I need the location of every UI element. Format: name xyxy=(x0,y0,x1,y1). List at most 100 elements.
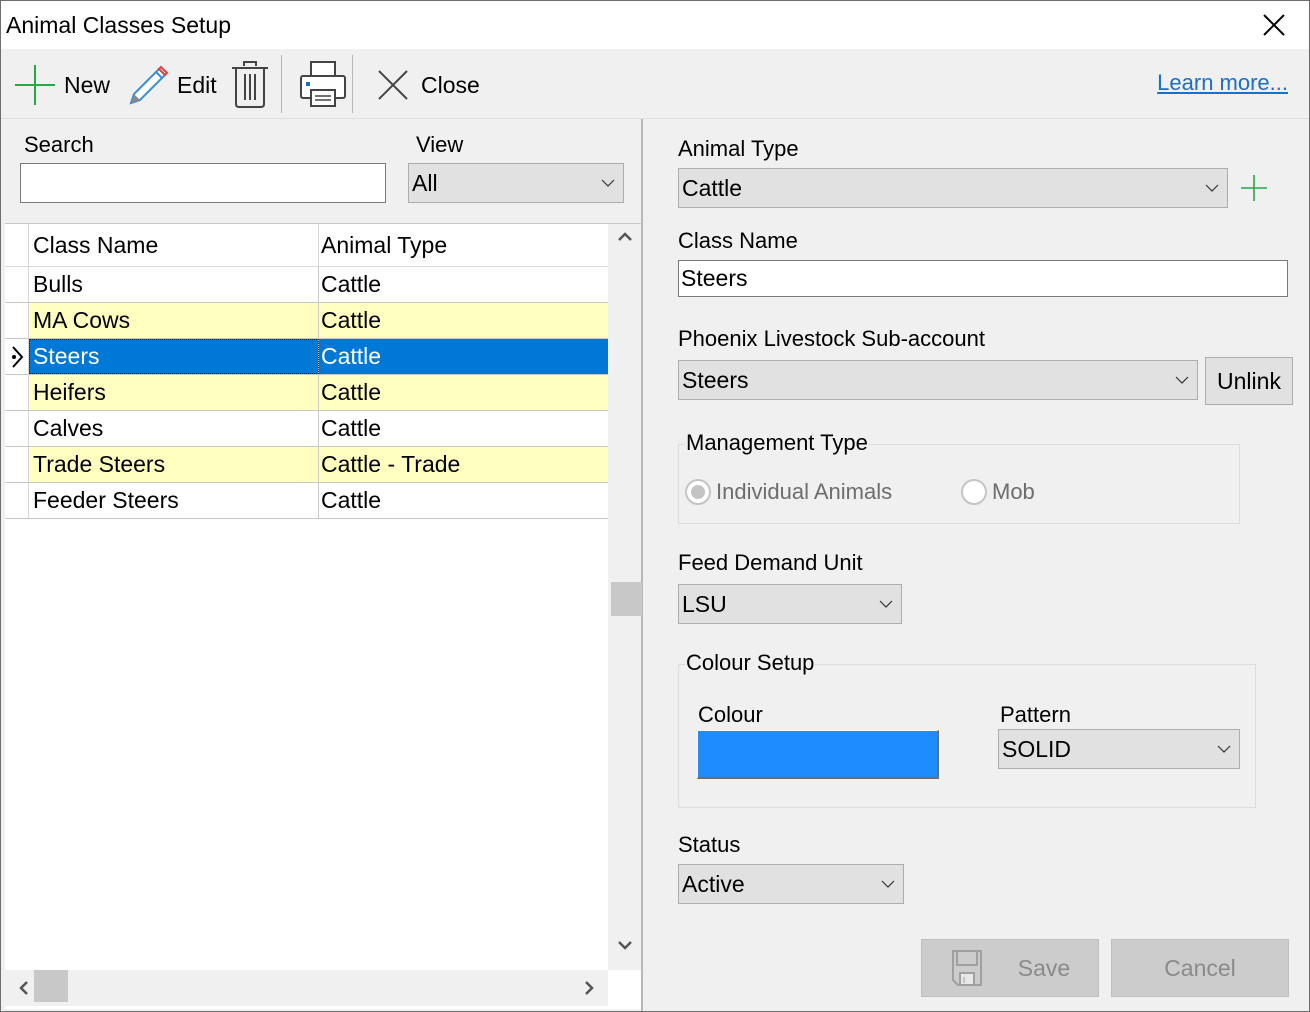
cell-class-name[interactable]: Heifers xyxy=(29,375,319,410)
class-name-input[interactable]: Steers xyxy=(678,260,1288,297)
table-row[interactable]: Heifers Cattle xyxy=(5,375,608,411)
animal-type-select[interactable]: Cattle xyxy=(678,168,1228,208)
radio-dot xyxy=(691,485,705,499)
radio-individual-animals[interactable]: Individual Animals xyxy=(685,479,892,505)
new-label: New xyxy=(64,71,111,98)
table-row[interactable]: Feeder Steers Cattle xyxy=(5,483,608,519)
chevron-down-icon xyxy=(617,941,632,950)
unlink-button[interactable]: Unlink xyxy=(1205,357,1293,405)
toolbar-separator xyxy=(281,55,282,113)
cell-animal-type[interactable]: Cattle xyxy=(319,267,608,302)
cell-animal-type[interactable]: Cattle xyxy=(319,375,608,410)
vertical-scrollbar[interactable] xyxy=(608,224,642,970)
scroll-left-button[interactable] xyxy=(13,976,35,1000)
radio-individual-animals-label: Individual Animals xyxy=(716,479,893,504)
row-header[interactable] xyxy=(5,447,29,482)
save-label: Save xyxy=(1017,954,1071,981)
colour-swatch-button[interactable] xyxy=(697,730,939,779)
chevron-left-icon xyxy=(19,981,28,995)
radio-mob[interactable]: Mob xyxy=(961,479,1035,505)
table-row[interactable]: Calves Cattle xyxy=(5,411,608,447)
cell-class-name[interactable]: Feeder Steers xyxy=(29,483,319,518)
chevron-right-icon xyxy=(585,981,594,995)
status-label: Status xyxy=(678,832,741,857)
radio-mob-label: Mob xyxy=(992,479,1035,504)
view-select[interactable]: All xyxy=(408,163,624,203)
class-details-panel: Animal Type Cattle Class Name Steers Pho… xyxy=(645,119,1309,1011)
status-value: Active xyxy=(682,870,745,897)
save-button[interactable]: Save xyxy=(921,939,1099,997)
feed-demand-unit-select[interactable]: LSU xyxy=(678,584,902,624)
row-header[interactable] xyxy=(5,483,29,518)
table-row[interactable]: Bulls Cattle xyxy=(5,267,608,303)
horizontal-scroll-thumb[interactable] xyxy=(34,970,68,1002)
cell-class-name[interactable]: Calves xyxy=(29,411,319,446)
table-row[interactable]: Steers Cattle xyxy=(5,339,608,375)
pattern-value: SOLID xyxy=(1002,735,1072,762)
class-name-value: Steers xyxy=(681,265,748,291)
row-header[interactable] xyxy=(5,411,29,446)
new-button[interactable]: New xyxy=(14,59,110,111)
chevron-down-icon xyxy=(593,179,623,187)
cell-class-name[interactable]: Steers xyxy=(29,339,319,374)
cell-class-name[interactable]: Trade Steers xyxy=(29,447,319,482)
search-input[interactable] xyxy=(20,163,386,203)
window-close-button[interactable] xyxy=(1251,7,1297,43)
search-label: Search xyxy=(24,132,94,157)
trash-icon xyxy=(232,61,268,108)
column-header-animal-type[interactable]: Animal Type xyxy=(319,224,608,266)
management-type-label: Management Type xyxy=(685,430,869,456)
table-row[interactable]: Trade Steers Cattle - Trade xyxy=(5,447,608,483)
row-header-corner xyxy=(5,224,29,266)
column-header-class-name[interactable]: Class Name xyxy=(29,224,319,266)
printer-icon xyxy=(300,61,346,107)
table-row[interactable]: MA Cows Cattle xyxy=(5,303,608,339)
sub-account-label: Phoenix Livestock Sub-account xyxy=(678,326,985,351)
cell-class-name[interactable]: Bulls xyxy=(29,267,319,302)
row-header[interactable] xyxy=(5,339,29,374)
scroll-up-button[interactable] xyxy=(608,232,641,256)
row-header[interactable] xyxy=(5,375,29,410)
colour-label: Colour xyxy=(698,702,763,727)
delete-button[interactable] xyxy=(230,59,270,111)
row-header[interactable] xyxy=(5,267,29,302)
save-icon xyxy=(952,950,982,986)
close-button[interactable]: Close xyxy=(377,59,480,111)
print-button[interactable] xyxy=(299,59,347,111)
vertical-scroll-thumb[interactable] xyxy=(611,582,642,616)
cancel-button[interactable]: Cancel xyxy=(1111,939,1289,997)
chevron-down-icon xyxy=(1197,184,1227,192)
scroll-down-button[interactable] xyxy=(608,940,641,964)
view-label: View xyxy=(416,132,464,157)
pattern-select[interactable]: SOLID xyxy=(998,729,1240,769)
cell-animal-type[interactable]: Cattle xyxy=(319,339,608,374)
scroll-right-button[interactable] xyxy=(578,976,600,1000)
row-header[interactable] xyxy=(5,303,29,338)
window-title: Animal Classes Setup xyxy=(6,12,231,38)
add-animal-type-button[interactable] xyxy=(1240,174,1268,207)
plus-icon xyxy=(15,65,55,105)
sub-account-select[interactable]: Steers xyxy=(678,360,1198,400)
chevron-down-icon xyxy=(1167,376,1197,384)
chevron-down-icon xyxy=(873,880,903,888)
horizontal-scrollbar[interactable] xyxy=(5,970,608,1006)
colour-setup-group: Colour Setup Colour Pattern SOLID xyxy=(678,650,1256,808)
cell-animal-type[interactable]: Cattle xyxy=(319,303,608,338)
learn-more-link[interactable]: Learn more... xyxy=(1157,70,1288,96)
animal-type-value: Cattle xyxy=(682,174,743,201)
close-icon xyxy=(1263,14,1285,36)
cell-animal-type[interactable]: Cattle xyxy=(319,411,608,446)
pencil-icon xyxy=(129,65,169,105)
chevron-down-icon xyxy=(871,600,901,608)
radio-circle xyxy=(961,479,987,505)
cell-class-name[interactable]: MA Cows xyxy=(29,303,319,338)
title-bar: Animal Classes Setup xyxy=(1,1,1309,49)
class-list-panel: Search View All Class Name Animal Type B… xyxy=(3,119,643,1011)
grid-body: Bulls Cattle MA Cows Cattle Steers Cattle Heif… xyxy=(5,267,608,519)
cell-animal-type[interactable]: Cattle - Trade xyxy=(319,447,608,482)
cell-animal-type[interactable]: Cattle xyxy=(319,483,608,518)
edit-button[interactable]: Edit xyxy=(125,59,217,111)
current-row-indicator-icon xyxy=(11,345,23,368)
status-select[interactable]: Active xyxy=(678,864,904,904)
animal-type-label: Animal Type xyxy=(678,136,799,161)
